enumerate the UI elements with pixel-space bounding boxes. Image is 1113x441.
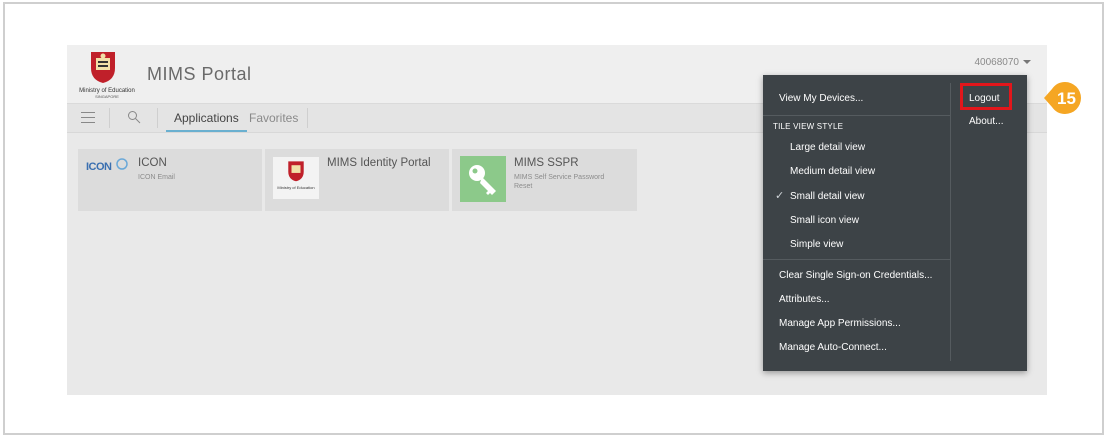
sspr-app-logo <box>460 156 506 202</box>
menu-column-divider <box>950 83 951 361</box>
user-dropdown-menu: View My Devices... TILE VIEW STYLE Large… <box>763 75 1027 371</box>
user-id-label: 40068070 <box>974 57 1020 68</box>
menu-item-clear-sso[interactable]: Clear Single Sign-on Credentials... <box>779 270 932 281</box>
moe-logo-caption: Ministry of Education <box>277 185 315 190</box>
icon-swirl-icon <box>116 158 128 170</box>
toolbar-divider <box>307 108 308 128</box>
tile-description: ICON Email <box>138 174 175 181</box>
step-callout-badge: 15 <box>1044 80 1083 116</box>
hamburger-icon[interactable] <box>81 112 95 123</box>
tab-favorites[interactable]: Favorites <box>241 104 306 132</box>
menu-item-about[interactable]: About... <box>969 116 1003 127</box>
menu-item-medium-detail[interactable]: Medium detail view <box>790 166 875 177</box>
logout-highlight-box <box>960 83 1012 110</box>
tab-applications[interactable]: Applications <box>166 104 247 132</box>
tile-name: MIMS SSPR <box>514 157 579 169</box>
menu-divider <box>763 259 950 260</box>
caret-down-icon <box>1023 60 1031 65</box>
app-tile-icon[interactable]: ICON ICON ICON Email <box>78 149 262 211</box>
step-number: 15 <box>1057 89 1076 108</box>
moe-logo: Ministry of Education SINGAPORE <box>77 50 135 102</box>
menu-item-small-detail[interactable]: Small detail view <box>790 191 864 202</box>
moe-crest-icon <box>91 52 115 83</box>
key-icon <box>469 165 496 195</box>
user-menu-button[interactable]: 40068070 <box>974 57 1031 68</box>
tile-name: ICON <box>138 157 167 169</box>
menu-item-attributes[interactable]: Attributes... <box>779 294 830 305</box>
tile-view-style-heading: TILE VIEW STYLE <box>773 122 844 131</box>
org-sub: SINGAPORE <box>95 94 119 99</box>
app-tile-mims-sspr[interactable]: MIMS SSPR MIMS Self Service Password Res… <box>452 149 637 211</box>
page-title: MIMS Portal <box>147 64 252 84</box>
toolbar-divider <box>157 108 158 128</box>
check-icon: ✓ <box>775 190 785 202</box>
menu-divider <box>763 115 950 116</box>
moe-app-logo: Ministry of Education <box>273 157 319 199</box>
menu-item-simple-view[interactable]: Simple view <box>790 239 843 250</box>
menu-item-view-devices[interactable]: View My Devices... <box>779 93 863 104</box>
toolbar-divider <box>109 108 110 128</box>
menu-item-manage-autoconnect[interactable]: Manage Auto-Connect... <box>779 342 887 353</box>
menu-item-manage-permissions[interactable]: Manage App Permissions... <box>779 318 901 329</box>
dropdown-left-column: View My Devices... TILE VIEW STYLE Large… <box>763 75 950 371</box>
icon-app-logo: ICON <box>86 157 128 173</box>
search-icon[interactable] <box>127 110 141 124</box>
app-tile-mims-identity-portal[interactable]: Ministry of Education MIMS Identity Port… <box>265 149 449 211</box>
menu-item-large-detail[interactable]: Large detail view <box>790 142 865 153</box>
tile-description: MIMS Self Service Password Reset <box>514 174 605 190</box>
moe-crest-icon <box>288 161 304 182</box>
org-name: Ministry of Education SINGAPORE <box>77 88 137 100</box>
menu-item-small-icon[interactable]: Small icon view <box>790 215 859 226</box>
tile-name: MIMS Identity Portal <box>327 157 431 169</box>
